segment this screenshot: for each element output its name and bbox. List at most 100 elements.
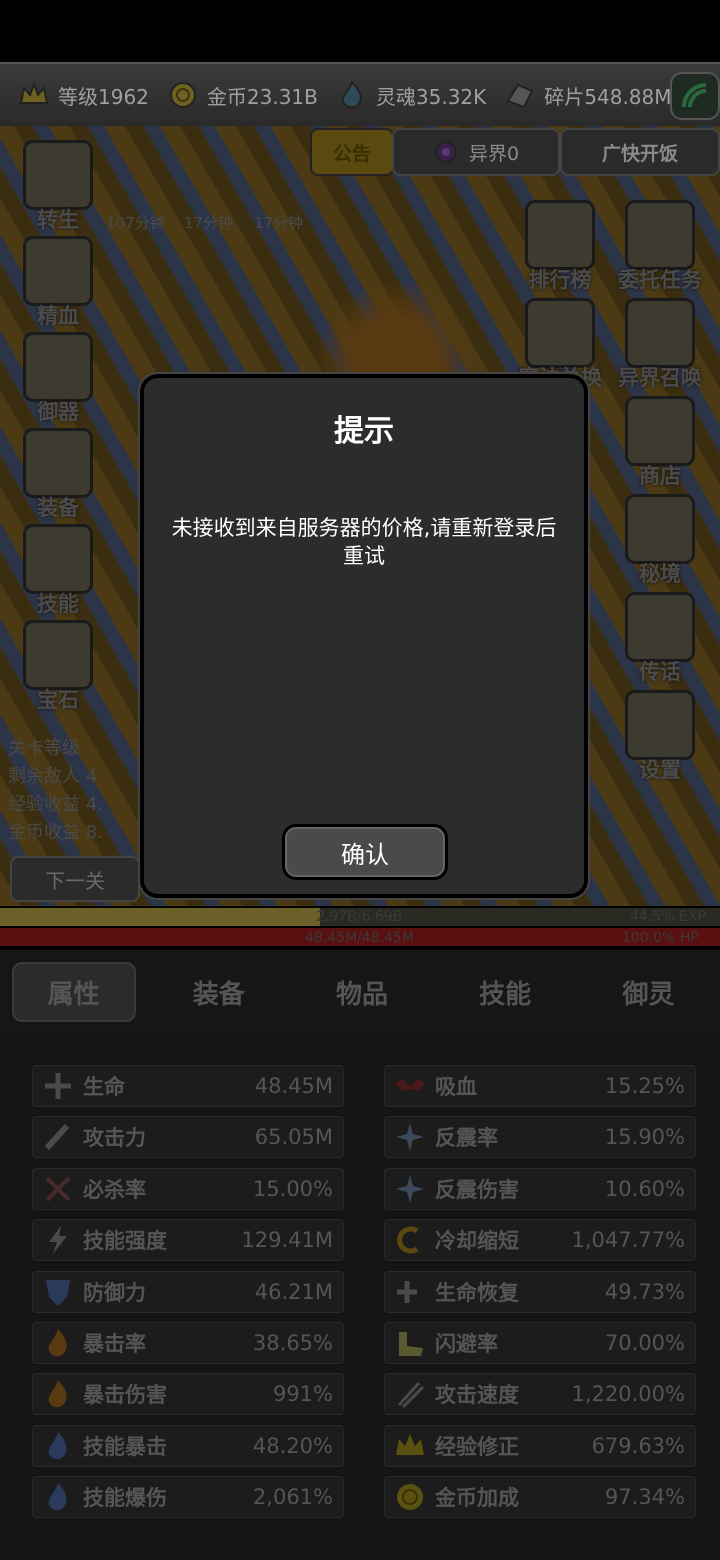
menu-shop[interactable]: 商店: [610, 396, 710, 490]
equipment-icon: [23, 428, 93, 498]
coin-icon: [393, 1480, 427, 1514]
attribute-row-left-2: 必杀率 15.00%: [32, 1167, 344, 1210]
attribute-name: 攻击速度: [435, 1383, 519, 1408]
signal-icon: [682, 83, 707, 108]
attribute-value: 38.65%: [252, 1331, 333, 1355]
soul-resource: 灵魂35.32K: [336, 79, 486, 111]
attribute-name: 反震伤害: [435, 1177, 519, 1202]
attribute-value: 48.20%: [252, 1433, 333, 1458]
timer-2: 17分钟: [184, 214, 234, 232]
attribute-value: 65.05M: [254, 1125, 333, 1150]
attribute-name: 技能强度: [83, 1229, 167, 1254]
attribute-row-left-7: 技能暴击 48.20%: [32, 1424, 344, 1467]
tab-attributes[interactable]: 属性: [11, 962, 136, 1022]
attribute-name: 暴击伤害: [83, 1383, 167, 1408]
level-resource: 等级1962: [18, 79, 149, 111]
attribute-name: 攻击力: [83, 1126, 146, 1151]
attribute-name: 必杀率: [83, 1177, 146, 1202]
attribute-name: 经验修正: [435, 1434, 519, 1459]
attribute-row-left-6: 暴击伤害 991%: [32, 1373, 344, 1416]
stage-level-label: 关卡等级: [8, 738, 80, 759]
attribute-row-right-7: 经验修正 679.63%: [384, 1424, 696, 1467]
attribute-row-left-0: 生命 48.45M: [32, 1065, 344, 1107]
attribute-value: 15.90%: [604, 1125, 685, 1150]
exp-percent-text: 44.5% EXP: [630, 909, 706, 925]
attribute-row-right-1: 反震率 15.90%: [384, 1116, 696, 1159]
realm-orb-icon: [625, 494, 695, 564]
confirm-button[interactable]: 确认: [282, 824, 448, 880]
scroll-icon: [625, 200, 695, 270]
notice-button[interactable]: 公告: [310, 128, 394, 176]
cooldown-icon: [393, 1223, 427, 1257]
menu-commission[interactable]: 委托任务: [610, 200, 710, 294]
bat-icon: [393, 1069, 427, 1103]
attribute-name: 生命恢复: [435, 1280, 519, 1305]
gold-resource: 金币23.31B: [167, 79, 318, 111]
attribute-value: 1,220.00%: [571, 1382, 685, 1407]
attribute-value: 1,047.77%: [571, 1228, 685, 1253]
exp-bar-text: 2.97B/6.69B: [316, 909, 403, 925]
exp-bar-fill: [0, 908, 321, 926]
menu-essence[interactable]: 精血: [8, 236, 108, 330]
attribute-name: 吸血: [435, 1075, 477, 1099]
attribute-name: 暴击率: [83, 1332, 146, 1356]
spike-icon: [393, 1120, 427, 1154]
tab-spirits[interactable]: 御灵: [588, 964, 708, 1020]
sword-icon: [41, 1120, 75, 1154]
attribute-value: 2,061%: [252, 1485, 333, 1510]
attribute-row-left-8: 技能爆伤 2,061%: [32, 1476, 344, 1519]
attribute-name: 金币加成: [435, 1486, 519, 1511]
fire-icon: [41, 1326, 75, 1360]
tab-items[interactable]: 物品: [302, 964, 422, 1020]
dialog-message: 未接收到来自服务器的价格,请重新登录后重试: [171, 516, 557, 568]
menu-artifact[interactable]: 御器: [8, 332, 108, 426]
menu-secret-realm[interactable]: 秘境: [610, 494, 710, 588]
menu-ranking[interactable]: 排行榜: [510, 200, 610, 294]
attribute-row-right-2: 反震伤害 10.60%: [384, 1167, 696, 1210]
blue-fire-icon: [41, 1480, 75, 1514]
attribute-value: 10.60%: [604, 1176, 685, 1201]
resource-bar: 等级1962 金币23.31B 灵魂35.32K 碎片548.88M: [0, 62, 720, 128]
essence-icon: [23, 236, 93, 306]
ad-button[interactable]: 广快开饭: [560, 128, 720, 176]
attribute-value: 46.21M: [254, 1279, 333, 1304]
menu-settings[interactable]: 设置: [610, 690, 710, 784]
attribute-name: 反震率: [435, 1126, 498, 1151]
skill-icon: [23, 524, 93, 594]
crown-icon: [393, 1429, 427, 1463]
attribute-row-left-5: 暴击率 38.65%: [32, 1322, 344, 1364]
exp-gain-label: 经验收益 4.: [8, 794, 103, 815]
timer-3: 17分钟: [254, 214, 304, 232]
attribute-row-right-8: 金币加成 97.34%: [384, 1476, 696, 1519]
menu-gem[interactable]: 宝石: [8, 620, 108, 714]
artifact-icon: [23, 332, 93, 402]
tab-equipment[interactable]: 装备: [159, 964, 279, 1020]
prompt-dialog: 提示 未接收到来自服务器的价格,请重新登录后重试 确认: [140, 374, 588, 898]
menu-rebirth[interactable]: 转生: [8, 140, 108, 234]
attribute-value: 15.25%: [604, 1074, 685, 1098]
trophy-icon: [525, 200, 595, 270]
attribute-value: 97.34%: [604, 1485, 685, 1510]
lightning-icon: [41, 1223, 75, 1257]
network-button[interactable]: [670, 72, 720, 120]
gold-gain-label: 金币收益 8.: [8, 822, 103, 843]
tab-skills[interactable]: 技能: [445, 964, 565, 1020]
next-level-button[interactable]: 下一关: [10, 856, 140, 902]
timer-1: 107分钟: [106, 214, 165, 232]
attribute-name: 技能爆伤: [83, 1486, 167, 1511]
vortex-icon: [625, 298, 695, 368]
hp-bar-text: 48.45M/48.45M: [305, 930, 415, 946]
otherworld-counter[interactable]: 异界0: [392, 128, 560, 176]
menu-otherworld-summon[interactable]: 异界召唤: [610, 298, 710, 392]
attribute-value: 129.41M: [241, 1228, 333, 1253]
menu-skill[interactable]: 技能: [8, 524, 108, 618]
chest-icon: [525, 298, 595, 368]
attribute-row-left-1: 攻击力 65.05M: [32, 1116, 344, 1159]
attribute-value: 49.73%: [604, 1279, 685, 1304]
spike-icon: [393, 1172, 427, 1206]
boot-icon: [393, 1326, 427, 1360]
attribute-value: 15.00%: [252, 1176, 333, 1201]
attribute-value: 48.45M: [254, 1074, 333, 1098]
menu-broadcast[interactable]: 传话: [610, 592, 710, 686]
menu-equipment[interactable]: 装备: [8, 428, 108, 522]
